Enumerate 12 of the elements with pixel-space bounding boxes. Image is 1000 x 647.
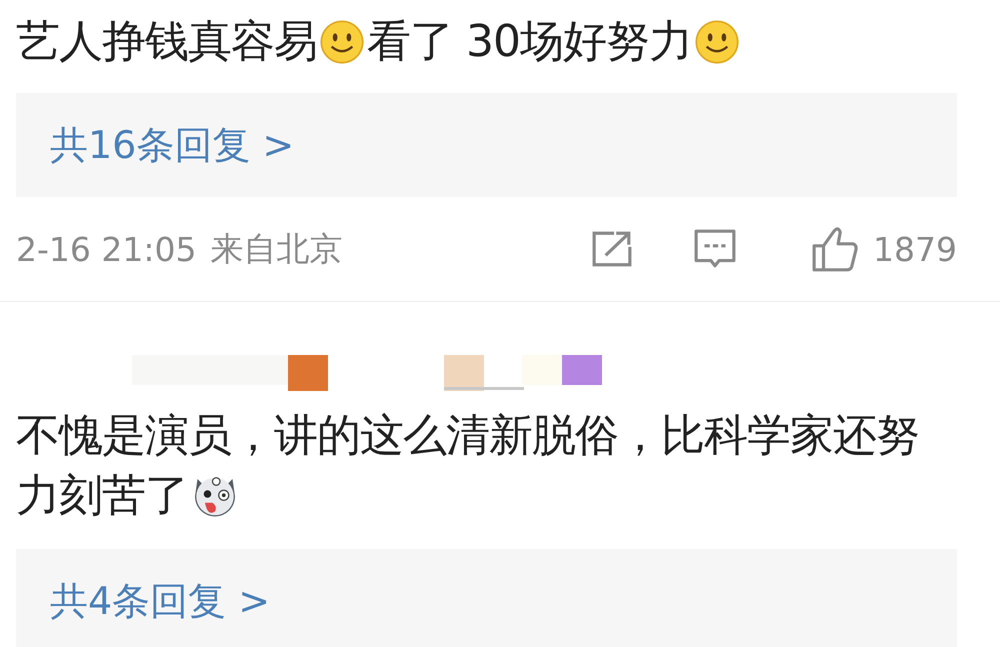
share-icon[interactable] — [591, 230, 634, 268]
thumbs-up-icon[interactable] — [811, 225, 860, 273]
view-replies-link[interactable]: 共4条回复 > — [50, 576, 270, 626]
smiley-emoji-icon — [319, 19, 365, 65]
comment-icon[interactable] — [693, 228, 738, 270]
smiley-emoji-icon — [694, 19, 740, 65]
view-replies-link[interactable]: 共16条回复 > — [50, 120, 294, 170]
comment-text: 艺人挣钱真容易 看了 30场好努力 — [16, 0, 957, 72]
comment-time: 2-16 21:05 — [16, 230, 196, 268]
comment-text: 不愧是演员，讲的这么清新脱俗，比科学家还努力刻苦了 — [16, 409, 920, 523]
like-count: 1879 — [873, 230, 957, 268]
comment-location: 来自北京 — [210, 228, 342, 270]
